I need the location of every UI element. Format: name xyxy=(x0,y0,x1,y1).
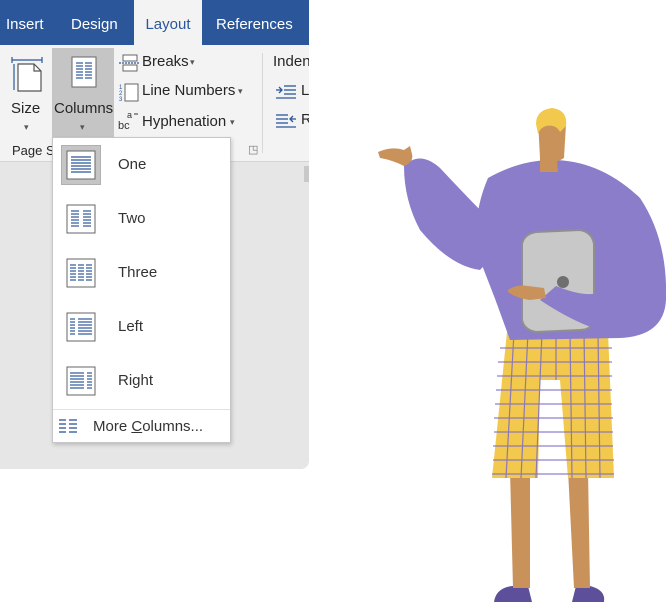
svg-text:3: 3 xyxy=(119,97,123,102)
more-columns-label: More Columns... xyxy=(93,418,203,435)
more-columns-menu-item[interactable]: More Columns... xyxy=(53,412,230,441)
raised-hand xyxy=(378,146,413,166)
more-columns-accelerator: C xyxy=(131,418,143,435)
tab-references[interactable]: References xyxy=(216,0,296,45)
size-chevron-icon: ▾ xyxy=(24,122,29,132)
columns-option-label: Three xyxy=(118,264,158,281)
columns-option-label: Right xyxy=(118,372,154,389)
group-separator xyxy=(262,53,263,153)
breaks-chevron-icon: ▾ xyxy=(190,57,195,67)
indent-left-icon xyxy=(276,85,296,99)
hyphenation-label: Hyphenation xyxy=(142,113,227,130)
tab-insert[interactable]: Insert xyxy=(6,0,50,45)
hyphenation-button[interactable]: a bc Hyphenation ▾ xyxy=(118,109,248,133)
more-columns-prefix: More xyxy=(93,418,132,435)
size-label: Size xyxy=(11,100,41,117)
line-numbers-icon: 1 2 3 xyxy=(119,83,139,102)
svg-text:a: a xyxy=(127,110,132,120)
size-button[interactable]: Size ▾ xyxy=(4,49,48,132)
ribbon-tab-bar: Insert Design Layout References xyxy=(0,0,309,45)
right-shoe xyxy=(572,586,605,602)
word-window: Insert Design Layout References Size ▾ C… xyxy=(0,0,309,469)
right-leg xyxy=(568,470,590,588)
left-leg xyxy=(510,470,530,588)
columns-option-left[interactable]: Left xyxy=(53,300,230,354)
more-columns-icon xyxy=(59,419,77,433)
breaks-label: Breaks xyxy=(142,53,189,70)
line-numbers-label: Line Numbers xyxy=(142,82,236,99)
columns-option-three[interactable]: Three xyxy=(53,246,230,300)
columns-dropdown-menu: One Two Three Left Right More Columns... xyxy=(52,137,231,443)
columns-option-label: Left xyxy=(118,318,144,335)
two-columns-icon xyxy=(61,199,101,239)
hyphenation-chevron-icon: ▾ xyxy=(230,117,235,127)
tab-design[interactable]: Design xyxy=(71,0,121,45)
left-column-icon xyxy=(61,307,101,347)
one-column-icon xyxy=(61,145,101,185)
columns-button[interactable]: Columns ▾ xyxy=(52,48,114,137)
columns-label: Columns xyxy=(54,100,114,117)
columns-icon xyxy=(71,56,97,88)
shorts xyxy=(492,331,614,479)
tab-layout[interactable]: Layout xyxy=(134,0,202,45)
more-columns-suffix: olumns... xyxy=(142,418,204,435)
right-column-icon xyxy=(61,361,101,401)
columns-option-label: Two xyxy=(118,210,146,227)
three-columns-icon xyxy=(61,253,101,293)
columns-option-one[interactable]: One xyxy=(53,138,230,192)
columns-option-label: One xyxy=(118,156,147,173)
indent-group-label: Inden xyxy=(273,53,309,70)
page-setup-group-label: Page S xyxy=(12,143,55,158)
raised-arm-sleeve xyxy=(404,158,494,270)
columns-option-right[interactable]: Right xyxy=(53,354,230,408)
indent-right-icon xyxy=(276,114,296,128)
indent-left-field[interactable]: Le xyxy=(276,82,309,104)
line-numbers-chevron-icon: ▾ xyxy=(238,86,243,96)
dialog-launcher-icon[interactable]: ◳ xyxy=(248,143,258,156)
menu-separator xyxy=(53,409,230,410)
left-shoe xyxy=(494,586,532,602)
indent-right-field[interactable]: R xyxy=(276,111,309,133)
columns-option-two[interactable]: Two xyxy=(53,192,230,246)
hyphenation-icon: a bc xyxy=(118,110,138,131)
columns-chevron-icon: ▾ xyxy=(80,122,85,132)
indent-left-label: Le xyxy=(301,82,309,99)
breaks-button[interactable]: Breaks ▾ xyxy=(118,51,208,75)
size-icon xyxy=(11,57,43,92)
line-numbers-button[interactable]: 1 2 3 Line Numbers ▾ xyxy=(118,80,248,104)
scrollbar-thumb[interactable] xyxy=(304,166,309,182)
indent-right-label: R xyxy=(301,111,309,128)
person-illustration xyxy=(378,108,666,602)
breaks-icon xyxy=(119,54,139,72)
svg-text:bc: bc xyxy=(118,120,130,131)
